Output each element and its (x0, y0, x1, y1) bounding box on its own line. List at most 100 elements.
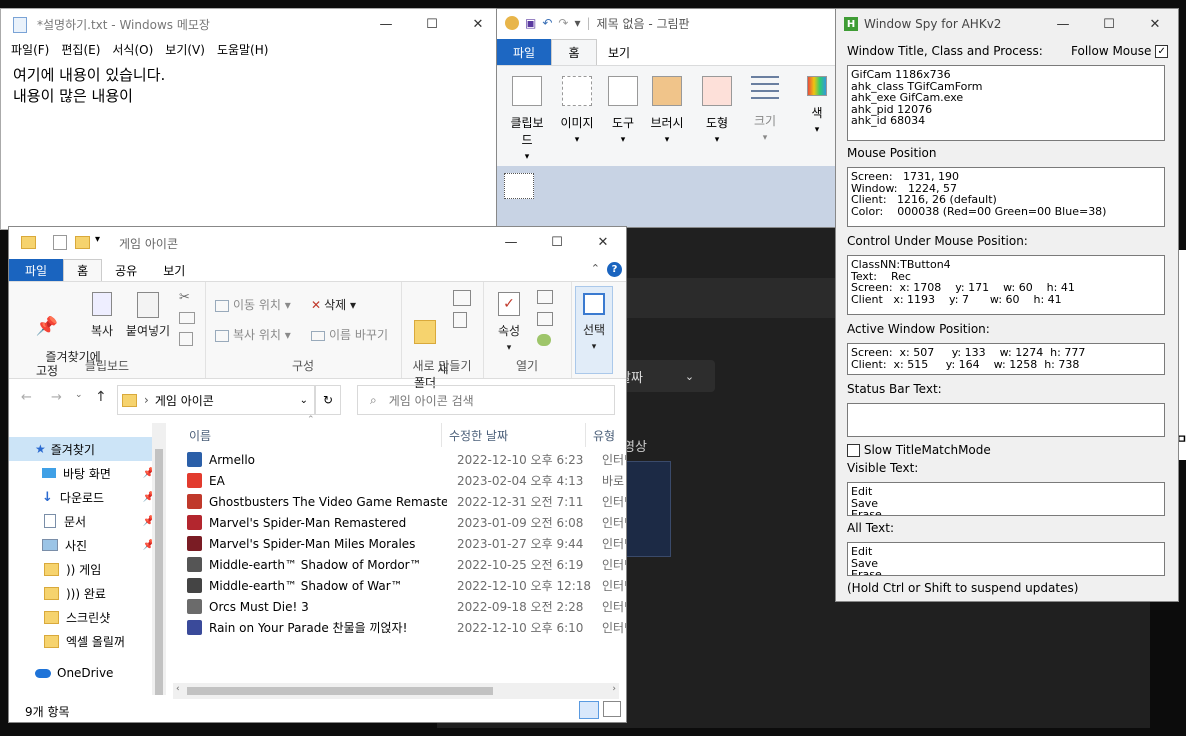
customize-icon[interactable]: ▾ (574, 16, 580, 30)
paint-tab-home[interactable]: 홈 (551, 39, 597, 65)
table-row[interactable]: Orcs Must Die! 3 2022-09-18 오전 2:28 인터넷 (187, 596, 626, 617)
close-button[interactable]: ✕ (455, 9, 501, 39)
menu-view[interactable]: 보기(V) (165, 41, 205, 61)
paint-clipboard-button[interactable]: 클립보드 ▾ (505, 76, 549, 164)
tab-view[interactable]: 보기 (150, 259, 198, 281)
control-position-box[interactable]: ClassNN:TButton4 Text: Rec Screen: x: 17… (847, 255, 1165, 315)
refresh-button[interactable]: ↻ (315, 385, 341, 415)
table-row[interactable]: Rain on Your Parade 찬물을 끼얹자! 2022-12-10 오… (187, 617, 626, 638)
nav-scrollbar-thumb[interactable] (155, 449, 163, 695)
explorer-titlebar[interactable]: ▾ 게임 아이콘 — ☐ ✕ (9, 227, 626, 257)
nav-downloads[interactable]: ↓ 다운로드 📌 (9, 485, 159, 509)
move-to-button[interactable]: 이동 위치 ▾ (215, 296, 291, 313)
slow-titlematch-checkbox[interactable]: Slow TitleMatchMode (847, 443, 991, 457)
notepad-window[interactable]: *설명하기.txt - Windows 메모장 — ☐ ✕ 파일(F) 편집(E… (0, 8, 502, 230)
recent-locations-button[interactable]: ⌄ (75, 390, 83, 400)
back-button[interactable]: ← (21, 390, 32, 405)
help-icon[interactable]: ? (607, 262, 622, 277)
paint-tab-file[interactable]: 파일 (497, 39, 551, 65)
notepad-titlebar[interactable]: *설명하기.txt - Windows 메모장 — ☐ ✕ (1, 9, 501, 39)
table-row[interactable]: Middle-earth™ Shadow of Mordor™ 2022-10-2… (187, 554, 626, 575)
new-folder-qat-icon[interactable] (75, 236, 90, 249)
edit-icon[interactable] (537, 312, 553, 326)
horizontal-scrollbar-thumb[interactable] (187, 687, 493, 695)
minimize-button[interactable]: — (488, 227, 534, 257)
address-bar[interactable]: › 게임 아이콘 ⌄ (117, 385, 315, 415)
qat-customize-icon[interactable]: ▾ (95, 234, 100, 245)
close-button[interactable]: ✕ (580, 227, 626, 257)
nav-folder-games[interactable]: )) 게임 (9, 557, 159, 581)
nav-scrollbar[interactable] (152, 423, 166, 695)
forward-button[interactable]: → (51, 390, 62, 405)
open-icon[interactable] (537, 290, 553, 304)
nav-favorites[interactable]: ★ 즐겨찾기 (9, 437, 159, 461)
nav-folder-done[interactable]: ))) 완료 (9, 581, 159, 605)
column-header-name[interactable]: 이름 (189, 423, 211, 447)
paint-tools-button[interactable]: 도구 ▾ (601, 76, 645, 164)
redo-icon[interactable]: ↷ (558, 16, 568, 30)
table-row[interactable]: Marvel's Spider-Man Miles Morales 2023-01… (187, 533, 626, 554)
delete-button[interactable]: ✕ 삭제 ▾ (311, 296, 356, 313)
nav-documents[interactable]: 문서 📌 (9, 509, 159, 533)
search-box[interactable]: ⌕ 게임 아이콘 검색 (357, 385, 615, 415)
column-header-date[interactable]: 수정한 날짜 (449, 423, 508, 447)
paint-brush-button[interactable]: 브러시 ▾ (645, 76, 689, 164)
select-button[interactable]: 선택 ▾ (575, 286, 613, 374)
paint-size-button[interactable]: 크기 ▾ (743, 76, 787, 164)
status-bar-box[interactable] (847, 403, 1165, 437)
properties-qat-icon[interactable] (53, 235, 67, 250)
table-row[interactable]: Ghostbusters The Video Game Remastered 20… (187, 491, 626, 512)
copy-button[interactable]: 복사 (85, 292, 119, 339)
large-icons-view-button[interactable] (603, 701, 621, 717)
address-dropdown-icon[interactable]: ⌄ (300, 395, 308, 406)
save-icon[interactable]: ▣ (525, 16, 536, 30)
column-header-type[interactable]: 유형 (593, 423, 615, 447)
notepad-editor[interactable]: 여기에 내용이 있습니다. 내용이 많은 내용이 (13, 65, 165, 107)
horizontal-scrollbar[interactable]: ‹ › (173, 683, 619, 699)
copy-path-icon[interactable] (179, 312, 195, 324)
tab-share[interactable]: 공유 (102, 259, 150, 281)
spy-titlebar[interactable]: H Window Spy for AHKv2 — ☐ ✕ (836, 9, 1178, 39)
minimize-button[interactable]: — (363, 9, 409, 39)
menu-edit[interactable]: 편집(E) (61, 41, 100, 61)
maximize-button[interactable]: ☐ (534, 227, 580, 257)
paint-canvas-area[interactable] (497, 166, 845, 227)
minimize-button[interactable]: — (1040, 9, 1086, 39)
paste-button[interactable]: 붙여넣기 (123, 292, 173, 339)
mouse-position-box[interactable]: Screen: 1731, 190 Window: 1224, 57 Clien… (847, 167, 1165, 227)
paint-canvas[interactable] (504, 173, 534, 199)
maximize-button[interactable]: ☐ (1086, 9, 1132, 39)
paint-color-button[interactable]: 색 ▾ (795, 76, 839, 164)
all-text-box[interactable]: Edit Save Erase (847, 542, 1165, 576)
history-icon[interactable] (537, 334, 551, 346)
undo-icon[interactable]: ↶ (542, 16, 552, 30)
nav-pictures[interactable]: 사진 📌 (9, 533, 159, 557)
paint-window[interactable]: ▣ ↶ ↷ ▾ | 제목 없음 - 그림판 파일 홈 보기 클립보드 ▾ 이미지 ▾… (496, 8, 846, 228)
video-thumbnail[interactable] (623, 461, 671, 557)
nav-folder-screenshots[interactable]: 스크린샷 (9, 605, 159, 629)
pin-to-quick-access-button[interactable]: 📌 즐겨찾기에 고정 (15, 292, 101, 392)
close-button[interactable]: ✕ (1132, 9, 1178, 39)
rename-button[interactable]: 이름 바꾸기 (311, 326, 388, 343)
menu-format[interactable]: 서식(O) (112, 41, 153, 61)
paint-tab-view[interactable]: 보기 (597, 39, 641, 65)
table-row[interactable]: Armello 2022-12-10 오후 6:23 인터넷 (187, 449, 626, 470)
active-window-box[interactable]: Screen: x: 507 y: 133 w: 1274 h: 777 Cli… (847, 343, 1165, 375)
chevron-up-icon[interactable]: ⌃ (591, 262, 600, 275)
copy-to-button[interactable]: 복사 위치 ▾ (215, 326, 291, 343)
paint-image-button[interactable]: 이미지 ▾ (555, 76, 599, 164)
table-row[interactable]: Middle-earth™ Shadow of War™ 2022-12-10 오… (187, 575, 626, 596)
nav-desktop[interactable]: 바탕 화면 📌 (9, 461, 159, 485)
tab-file[interactable]: 파일 (9, 259, 64, 281)
window-spy-window[interactable]: H Window Spy for AHKv2 — ☐ ✕ Window Titl… (835, 8, 1179, 602)
new-item-icon[interactable] (453, 290, 471, 306)
nav-folder-excel[interactable]: 엑셀 올릴꺼 (9, 629, 159, 653)
scroll-right-icon[interactable]: › (612, 684, 616, 694)
follow-mouse-checkbox[interactable]: Follow Mouse ✓ (1071, 44, 1169, 58)
scroll-left-icon[interactable]: ‹ (176, 684, 180, 694)
paint-shapes-button[interactable]: 도형 ▾ (695, 76, 739, 164)
menu-help[interactable]: 도움말(H) (217, 41, 269, 61)
cut-icon[interactable]: ✂ (179, 290, 190, 305)
easy-access-icon[interactable] (453, 312, 467, 328)
maximize-button[interactable]: ☐ (409, 9, 455, 39)
